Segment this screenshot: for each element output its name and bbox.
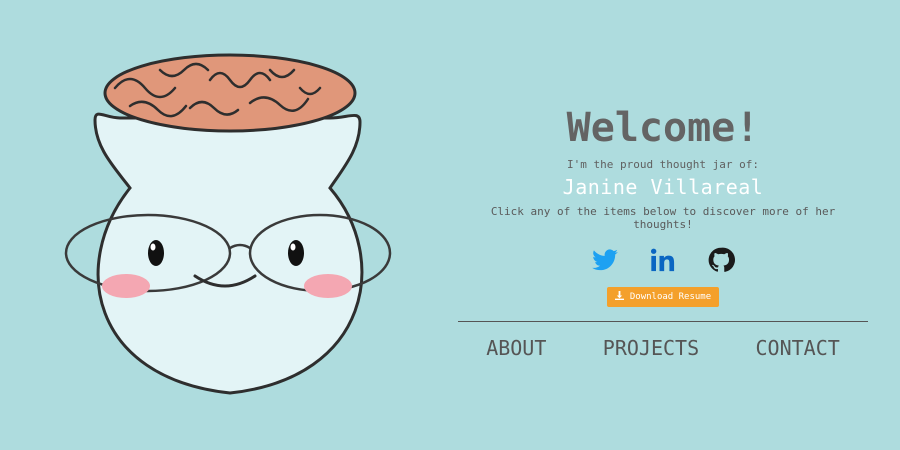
main-nav: ABOUT PROJECTS CONTACT (458, 336, 868, 360)
download-resume-button[interactable]: Download Resume (606, 287, 720, 307)
nav-contact[interactable]: CONTACT (755, 336, 839, 360)
twitter-icon[interactable] (591, 246, 619, 274)
thought-jar-illustration (60, 48, 400, 408)
linkedin-icon[interactable] (649, 246, 677, 274)
hero-panel: Welcome! I'm the proud thought jar of: J… (458, 104, 868, 360)
subtitle: I'm the proud thought jar of: (566, 158, 760, 171)
social-links (458, 245, 868, 275)
nav-about[interactable]: ABOUT (486, 336, 546, 360)
intro-text: Click any of the items below to discover… (490, 205, 836, 231)
welcome-title: Welcome! (566, 105, 760, 151)
download-resume-label: Download Resume (629, 292, 712, 302)
nav-projects[interactable]: PROJECTS (603, 336, 699, 360)
divider (458, 321, 868, 322)
owner-name: Janine Villareal (562, 175, 764, 199)
download-icon (614, 291, 624, 303)
github-icon[interactable] (707, 246, 735, 274)
